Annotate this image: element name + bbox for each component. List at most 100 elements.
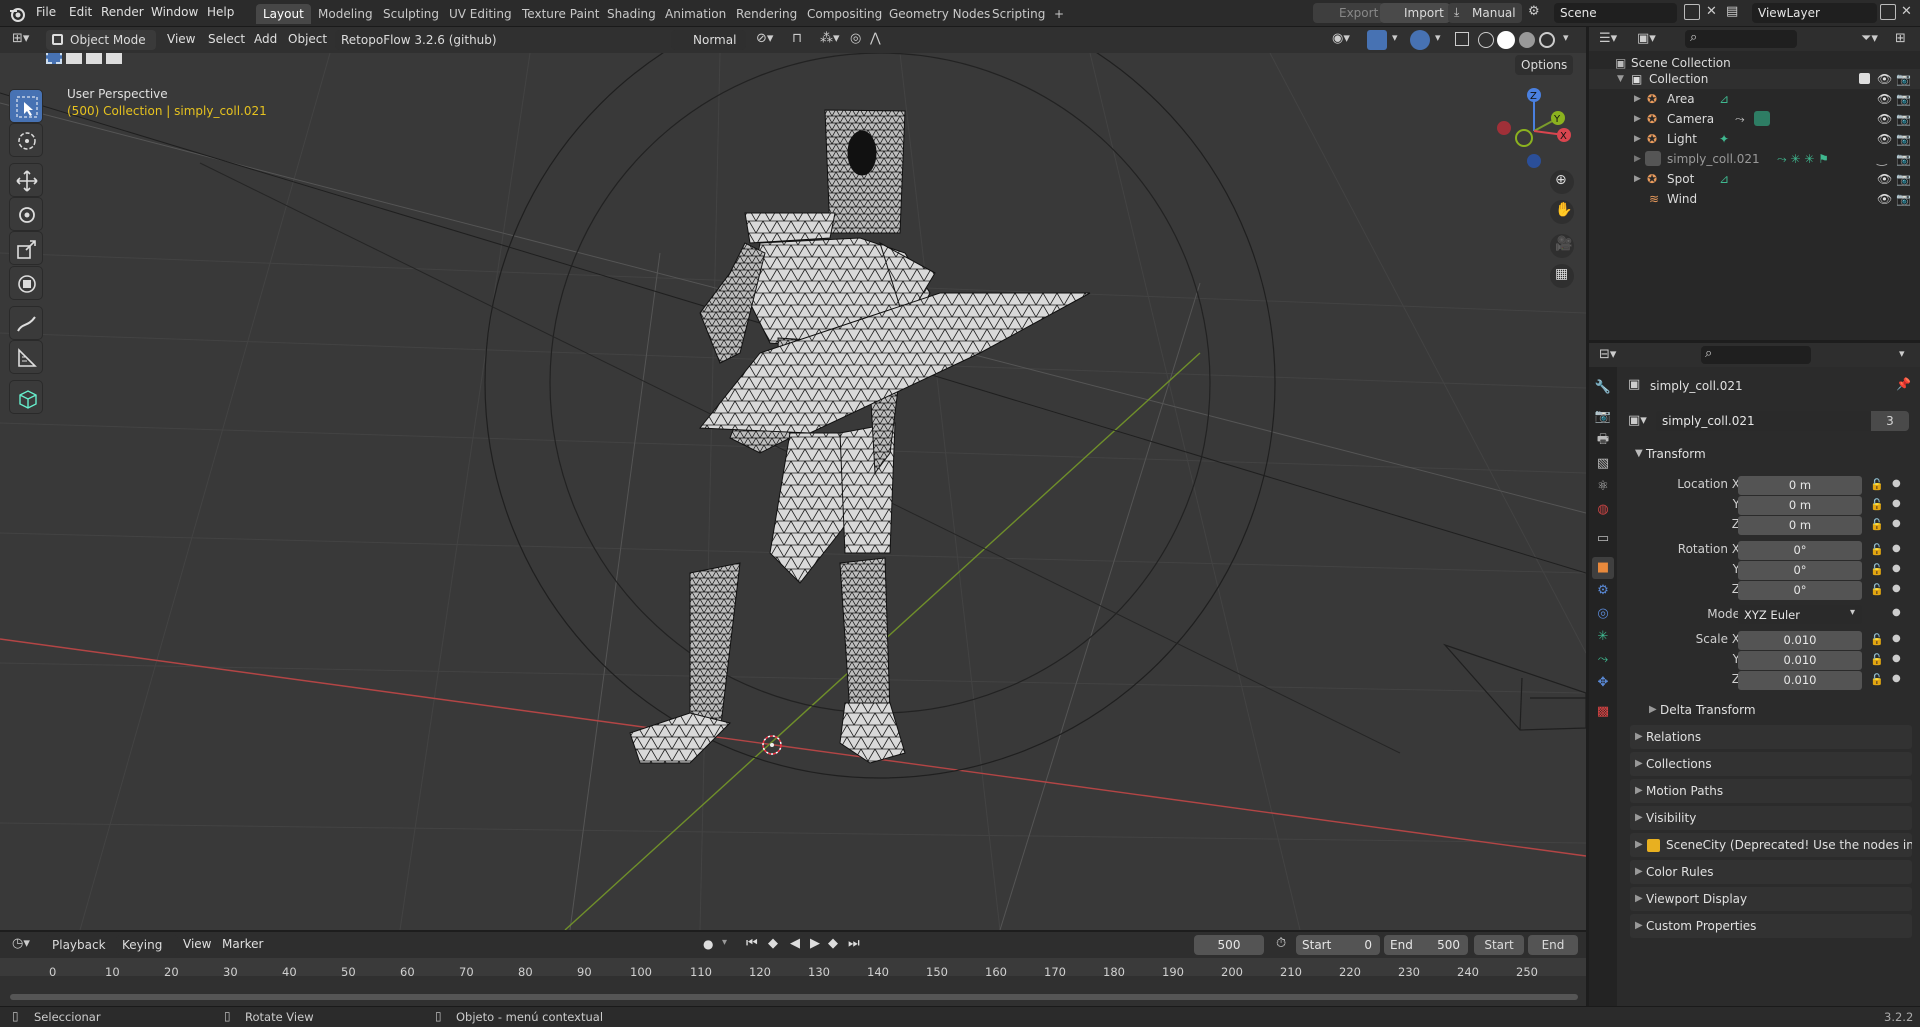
options-dropdown-icon[interactable]: ▾ <box>1899 347 1905 360</box>
view-layer-field[interactable]: ViewLayer <box>1752 3 1877 23</box>
rotation-y-field[interactable]: 0° <box>1738 561 1862 580</box>
tab-compositing[interactable]: Compositing <box>800 4 889 24</box>
remove-view-layer-icon[interactable]: ✕ <box>1901 4 1912 19</box>
scene-field[interactable]: Scene <box>1554 3 1677 23</box>
pivot-icon[interactable]: ⊘▾ <box>756 31 773 46</box>
falloff-icon[interactable]: ⋀ <box>870 31 881 46</box>
stopwatch-icon[interactable]: ⏱ <box>1276 936 1286 951</box>
prev-keyframe-icon[interactable]: ◆ <box>768 936 778 951</box>
relations-panel-header[interactable]: ▶ Relations <box>1630 725 1912 749</box>
set-end-button[interactable]: End <box>1528 935 1578 955</box>
import-button[interactable]: Import <box>1380 3 1450 23</box>
lock-icon[interactable]: 🔓 <box>1870 653 1884 666</box>
menu-render[interactable]: Render <box>101 5 144 19</box>
new-scene-icon[interactable] <box>1684 4 1700 20</box>
view-layer-icon[interactable]: ▤ <box>1726 4 1738 19</box>
jump-end-icon[interactable]: ⏭ <box>848 936 860 951</box>
menu-add[interactable]: Add <box>254 32 277 46</box>
pin-icon[interactable]: 📌 <box>1896 377 1911 391</box>
play-icon[interactable]: ▶ <box>810 936 820 951</box>
end-frame-field[interactable]: End 500 <box>1384 935 1468 955</box>
menu-object[interactable]: Object <box>288 32 327 46</box>
visibility-eye-icon[interactable]: 👁 <box>1877 72 1892 86</box>
particles-tab-icon[interactable]: ◎ <box>1592 603 1614 625</box>
add-workspace-button[interactable]: + <box>1047 4 1071 24</box>
outliner-item-spot[interactable]: ▶ ✪ Spot ⊿ 👁 📷 <box>1589 169 1920 189</box>
object-tab-icon[interactable]: ■ <box>1592 557 1614 579</box>
add-cube-tool[interactable] <box>9 380 43 414</box>
zoom-icon[interactable]: ⊕ <box>1550 170 1574 194</box>
visibility-eye-icon[interactable]: 👁 <box>1877 112 1892 126</box>
menu-view[interactable]: View <box>167 32 195 46</box>
outliner-item-camera[interactable]: ▶ ✪ Camera ⤳ 👁 📷 <box>1589 109 1920 129</box>
custom-properties-panel-header[interactable]: ▶ Custom Properties <box>1630 914 1912 938</box>
proportional-edit-icon[interactable]: ◎ <box>850 31 861 46</box>
timeline-scrollbar[interactable] <box>10 994 1578 1000</box>
select-box-tool[interactable] <box>9 89 43 123</box>
exclude-checkbox[interactable] <box>1859 73 1870 84</box>
location-y-field[interactable]: 0 m <box>1738 496 1862 515</box>
visibility-eye-icon[interactable]: 👁 <box>1877 92 1892 106</box>
constraints-tab-icon[interactable]: ⤳ <box>1592 649 1614 671</box>
tab-texture-paint[interactable]: Texture Paint <box>515 4 606 24</box>
tab-rendering[interactable]: Rendering <box>729 4 804 24</box>
viewport-display-panel-header[interactable]: ▶ Viewport Display <box>1630 887 1912 911</box>
render-tab-icon[interactable]: 📷 <box>1592 406 1614 428</box>
retopoflow-dropdown[interactable]: RetopoFlow 3.2.6 (github) <box>335 30 497 50</box>
render-camera-icon[interactable]: 📷 <box>1896 192 1911 206</box>
lock-icon[interactable]: 🔓 <box>1870 543 1884 556</box>
lock-icon[interactable]: 🔓 <box>1870 633 1884 646</box>
move-tool[interactable] <box>9 163 43 197</box>
tool-tab-icon[interactable]: 🔧 <box>1592 377 1614 399</box>
menu-help[interactable]: Help <box>207 5 234 19</box>
keyframe-dot-icon[interactable]: ● <box>1892 653 1901 664</box>
scene-tab-icon[interactable]: ⚛ <box>1592 476 1614 498</box>
visibility-eye-icon[interactable]: 👁 <box>1877 192 1892 206</box>
new-collection-icon[interactable]: ⊞ <box>1895 31 1906 46</box>
overlay-dropdown-icon[interactable]: ▾ <box>1435 31 1441 44</box>
solid-shading-icon[interactable] <box>1497 31 1515 49</box>
scenecity-panel-header[interactable]: ▶ SceneCity (Deprecated! Use the nodes i… <box>1630 833 1912 857</box>
next-keyframe-icon[interactable]: ◆ <box>828 936 838 951</box>
visibility-eye-icon[interactable]: 👁 <box>1877 132 1892 146</box>
keyframe-dot-icon[interactable]: ● <box>1892 583 1901 594</box>
render-camera-icon[interactable]: 📷 <box>1896 72 1911 86</box>
modifier-tab-icon[interactable]: ⚙ <box>1592 580 1614 602</box>
tab-scripting[interactable]: Scripting <box>985 4 1052 24</box>
lock-icon[interactable]: 🔓 <box>1870 563 1884 576</box>
timeline-view-menu[interactable]: View <box>183 937 211 951</box>
playback-menu[interactable]: Playback <box>46 935 122 955</box>
filter-icon[interactable]: ⏷▾ <box>1861 31 1878 46</box>
object-name-field[interactable]: simply_coll.021 <box>1656 411 1871 431</box>
properties-search-input[interactable] <box>1701 346 1811 364</box>
tab-uv-editing[interactable]: UV Editing <box>442 4 519 24</box>
tab-shading[interactable]: Shading <box>600 4 663 24</box>
tab-geometry-nodes[interactable]: Geometry Nodes <box>882 4 997 24</box>
rotation-z-field[interactable]: 0° <box>1738 581 1862 600</box>
timeline-editor-icon[interactable]: ◷▾ <box>12 936 30 951</box>
lock-icon[interactable]: 🔓 <box>1870 518 1884 531</box>
collection-row[interactable]: ▼ ▣ Collection 👁 📷 <box>1589 69 1920 89</box>
wireframe-shading-icon[interactable] <box>1478 32 1494 48</box>
render-camera-icon[interactable]: 📷 <box>1896 112 1911 126</box>
current-frame-field[interactable]: 500 <box>1194 935 1264 955</box>
transform-orientation-dropdown[interactable]: Normal <box>671 30 746 50</box>
start-frame-field[interactable]: Start 0 <box>1296 935 1380 955</box>
transform-tool[interactable] <box>9 266 43 300</box>
tab-animation[interactable]: Animation <box>658 4 733 24</box>
scale-x-field[interactable]: 0.010 <box>1738 631 1862 650</box>
ortho-toggle-icon[interactable]: ▦ <box>1550 264 1574 288</box>
output-tab-icon[interactable]: 🖶 <box>1592 429 1614 451</box>
timeline-marker-menu[interactable]: Marker <box>222 937 263 951</box>
visibility-panel-header[interactable]: ▶ Visibility <box>1630 806 1912 830</box>
menu-window[interactable]: Window <box>151 5 198 19</box>
options-button[interactable]: Options <box>1515 55 1574 75</box>
keyframe-dot-icon[interactable]: ● <box>1892 498 1901 509</box>
collection-expand-icon[interactable]: ▼ <box>1617 74 1624 84</box>
visibility-eye-icon[interactable]: 👁 <box>1877 172 1892 186</box>
scene-icon[interactable]: ⚙ <box>1528 4 1540 19</box>
view-layer-tab-icon[interactable]: ▧ <box>1592 453 1614 475</box>
delta-transform-panel-header[interactable]: ▶ Delta Transform <box>1644 698 1912 722</box>
menu-select[interactable]: Select <box>208 32 245 46</box>
collections-panel-header[interactable]: ▶ Collections <box>1630 752 1912 776</box>
